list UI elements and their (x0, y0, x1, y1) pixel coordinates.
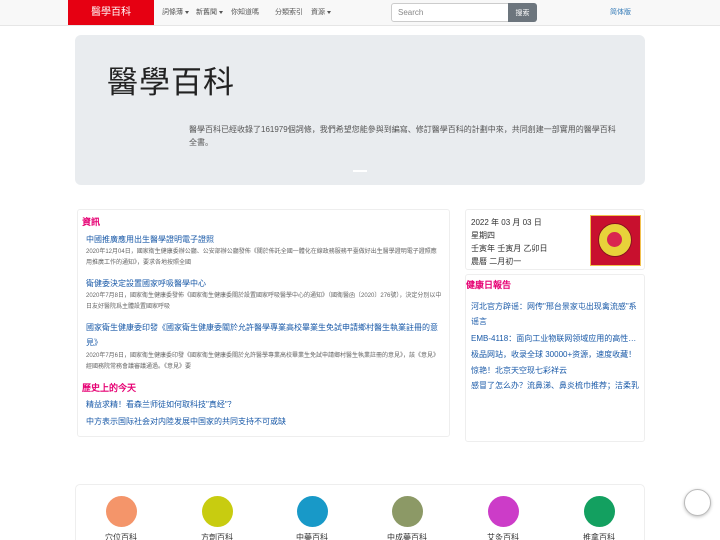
news-item-title[interactable]: 中國推廣應用出生醫學證明電子證照 (86, 232, 446, 247)
category-circle-icon (201, 496, 233, 527)
category-label: 中藥百科 (296, 533, 328, 540)
category-circle-icon (105, 496, 137, 527)
health-link[interactable]: 惊艳！北京天空现七彩祥云 (471, 363, 643, 378)
calendar-ganzhi: 壬寅年 壬寅月 乙卯日 (471, 244, 548, 253)
language-switch-link[interactable]: 简体版 (610, 0, 631, 25)
news-item-title[interactable]: 國家衛生健康委印發《國家衛生健康委關於允許醫學專業高校畢業生免試申請鄉村醫生執業… (86, 320, 446, 350)
chevron-down-icon (219, 10, 223, 14)
category-label: 推拿百科 (583, 533, 615, 540)
health-link[interactable]: 感冒了怎么办？流鼻涕、鼻炎梳巾推荐；洁柔乳 (471, 378, 643, 393)
history-link[interactable]: 精益求精！看森兰师徒如何取科技"真经"？ (86, 399, 236, 410)
scroll-to-top-button[interactable] (684, 489, 711, 516)
history-link[interactable]: 中方表示国际社会对内陸发展中国家的共同支持不可或缺 (86, 416, 286, 427)
nav-label: 新舊聞 (196, 9, 217, 16)
search-input[interactable] (391, 3, 509, 22)
calendar-date: 2022 年 03 月 03 日 (471, 218, 542, 227)
category-row: 穴位百科 方劑百科 中藥百科 中成藥百科 艾灸百科 推拿百科 (75, 484, 645, 540)
tiger-icon (607, 232, 622, 247)
nav-item-entries[interactable]: 詞條薄 (162, 0, 189, 25)
category-acupoint[interactable]: 穴位百科 (91, 496, 151, 540)
top-navbar: 醫學百科 詞條薄 新舊聞 你知道嗎 分類索引 資源 搜索 简体版 (0, 0, 720, 26)
zodiac-tiger-image (590, 215, 641, 266)
health-heading: 健康日報告 (466, 280, 512, 290)
category-circle-icon (487, 496, 519, 527)
nav-item-category-index[interactable]: 分類索引 (275, 0, 303, 25)
nav-label: 資源 (311, 9, 325, 16)
category-herb[interactable]: 中藥百科 (282, 496, 342, 540)
nav-label: 詞條薄 (162, 9, 183, 16)
calendar-weekday: 星期四 (471, 231, 495, 240)
category-label: 艾灸百科 (487, 533, 519, 540)
nav-item-news[interactable]: 新舊聞 (196, 0, 223, 25)
health-news-panel: 健康日報告 河北官方辟谣：网传"邢台景家屯出现禽流感"系谣言 EMB-4118：… (465, 274, 645, 442)
category-patent-medicine[interactable]: 中成藥百科 (377, 496, 437, 540)
health-link[interactable]: EMB-4118：面向工业物联网领域应用的高性能… (471, 331, 643, 346)
category-label: 方劑百科 (201, 533, 233, 540)
carousel-indicator[interactable] (353, 170, 367, 172)
category-prescription[interactable]: 方劑百科 (187, 496, 247, 540)
news-item-title[interactable]: 衛健委決定設置國家呼吸醫學中心 (86, 276, 446, 291)
category-moxibustion[interactable]: 艾灸百科 (473, 496, 533, 540)
calendar-panel: 2022 年 03 月 03 日 星期四 壬寅年 壬寅月 乙卯日 農曆 二月初一 (465, 209, 645, 270)
news-panel: 資訊 中國推廣應用出生醫學證明電子證照 2020年12月04日，國家衛生健康委辦… (77, 209, 450, 437)
news-item-summary: 2020年7月8日，國家衛生健康委發佈《國家衛生健康委關於設置國家呼吸醫學中心的… (86, 293, 442, 310)
brand-logo[interactable]: 醫學百科 (68, 0, 154, 25)
calendar-lunar: 農曆 二月初一 (471, 257, 522, 266)
nav-item-did-you-know[interactable]: 你知道嗎 (231, 0, 259, 25)
category-circle-icon (296, 496, 328, 527)
category-label: 中成藥百科 (387, 533, 427, 540)
news-heading: 資訊 (82, 217, 101, 227)
chevron-down-icon (327, 10, 331, 14)
hero-title: 醫學百科 (107, 65, 235, 101)
category-circle-icon (391, 496, 423, 527)
category-massage[interactable]: 推拿百科 (569, 496, 629, 540)
search-button[interactable]: 搜索 (508, 3, 537, 22)
hero-banner: 醫學百科 醫學百科已經收錄了161979個詞條，我們希望您能參與到編寫、修訂醫學… (75, 35, 645, 185)
hero-description: 醫學百科已經收錄了161979個詞條，我們希望您能參與到編寫、修訂醫學百科的計劃… (189, 125, 616, 147)
category-label: 穴位百科 (105, 533, 137, 540)
health-link[interactable]: 极品网站，收录全球 30000+资源，速度收藏！ (471, 347, 643, 362)
history-heading: 歷史上的今天 (82, 383, 137, 393)
health-link[interactable]: 河北官方辟谣：网传"邢台景家屯出现禽流感"系谣言 (471, 299, 643, 329)
chevron-down-icon (185, 10, 189, 14)
nav-item-resources[interactable]: 資源 (311, 0, 331, 25)
category-circle-icon (583, 496, 615, 527)
zodiac-medallion (598, 223, 632, 257)
news-item-summary: 2020年7月6日，國家衛生健康委印發《國家衛生健康委關於允許醫學專業高校畢業生… (86, 353, 440, 370)
news-item-summary: 2020年12月04日，國家衛生健康委辦公廳、公安部辦公廳發佈《關於佈託全國一體… (86, 249, 437, 266)
